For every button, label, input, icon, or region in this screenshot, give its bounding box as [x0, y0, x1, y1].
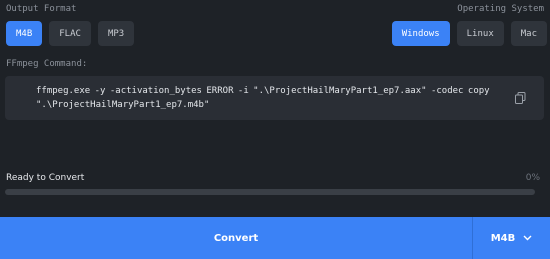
- ffmpeg-command-label: FFmpeg Command:: [6, 59, 88, 69]
- convert-button[interactable]: Convert: [0, 217, 472, 259]
- os-linux-button[interactable]: Linux: [456, 21, 504, 46]
- os-mac-button[interactable]: Mac: [510, 21, 547, 46]
- chevron-down-icon: [523, 235, 532, 241]
- convert-bar: Convert M4B: [0, 217, 550, 259]
- ffmpeg-command-box: ffmpeg.exe -y -activation_bytes ERROR -i…: [5, 76, 544, 120]
- progress-bar: [5, 189, 535, 195]
- convert-format-value: M4B: [490, 232, 516, 244]
- output-format-label: Output Format: [6, 4, 77, 14]
- operating-system-group: Windows Linux Mac: [391, 21, 547, 46]
- progress-percent: 0%: [525, 173, 540, 183]
- convert-format-select[interactable]: M4B: [472, 217, 550, 259]
- ffmpeg-command-text: ffmpeg.exe -y -activation_bytes ERROR -i…: [36, 86, 490, 110]
- status-label: Ready to Convert: [6, 173, 85, 183]
- copy-icon[interactable]: [515, 92, 526, 104]
- format-m4b-button[interactable]: M4B: [6, 21, 43, 46]
- os-windows-button[interactable]: Windows: [391, 21, 450, 46]
- operating-system-label: Operating System: [457, 4, 544, 14]
- output-format-group: M4B FLAC MP3: [6, 21, 135, 46]
- format-mp3-button[interactable]: MP3: [97, 21, 135, 46]
- format-flac-button[interactable]: FLAC: [49, 21, 91, 46]
